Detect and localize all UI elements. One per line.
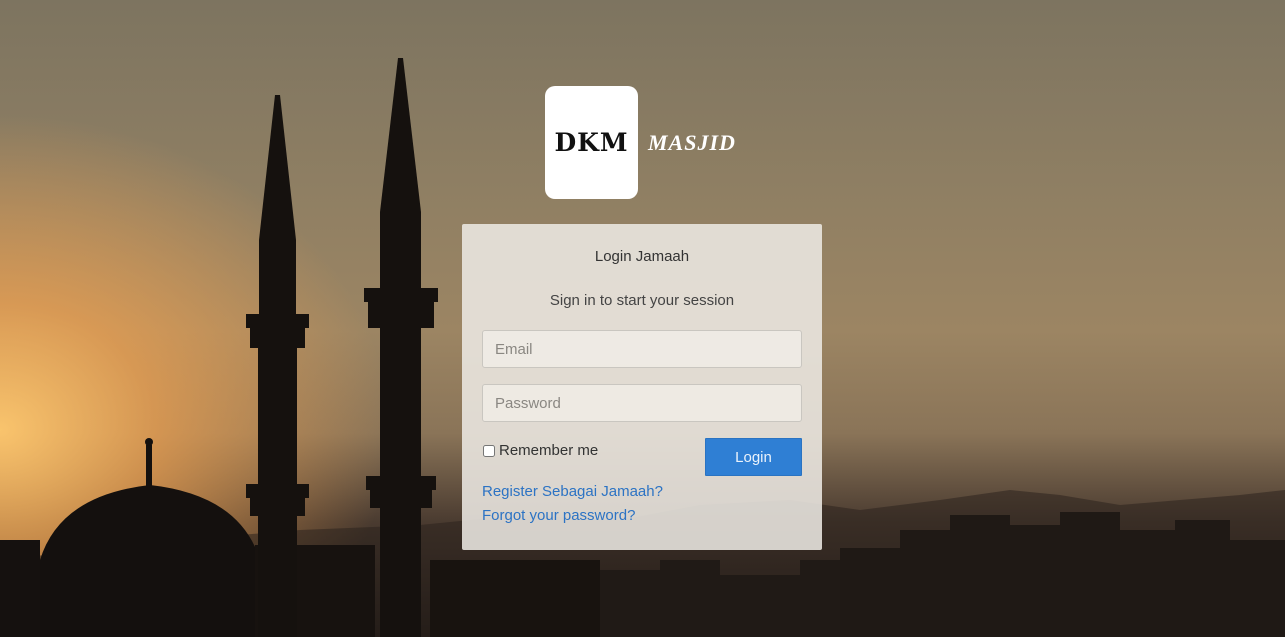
remember-me[interactable]: Remember me: [482, 442, 598, 459]
login-links: Register Sebagai Jamaah? Forgot your pas…: [482, 480, 802, 528]
remember-me-checkbox[interactable]: [483, 444, 495, 457]
logo: DKM: [545, 86, 638, 199]
remember-me-label: Remember me: [499, 442, 599, 459]
login-actions-row: Remember me Login: [482, 438, 802, 476]
login-title: Login Jamaah: [594, 248, 690, 265]
password-input[interactable]: [482, 384, 802, 422]
brand-header: DKM MASJID: [545, 86, 736, 199]
logo-text: DKM: [554, 128, 629, 157]
login-panel: Login Jamaah Sign in to start your sessi…: [462, 224, 822, 550]
login-message: Sign in to start your session: [549, 292, 735, 309]
brand-name: MASJID: [648, 129, 736, 155]
login-button[interactable]: Login: [705, 438, 802, 476]
register-link[interactable]: Register Sebagai Jamaah?: [482, 480, 802, 504]
forgot-password-link[interactable]: Forgot your password?: [482, 504, 802, 528]
email-input[interactable]: [482, 330, 802, 368]
